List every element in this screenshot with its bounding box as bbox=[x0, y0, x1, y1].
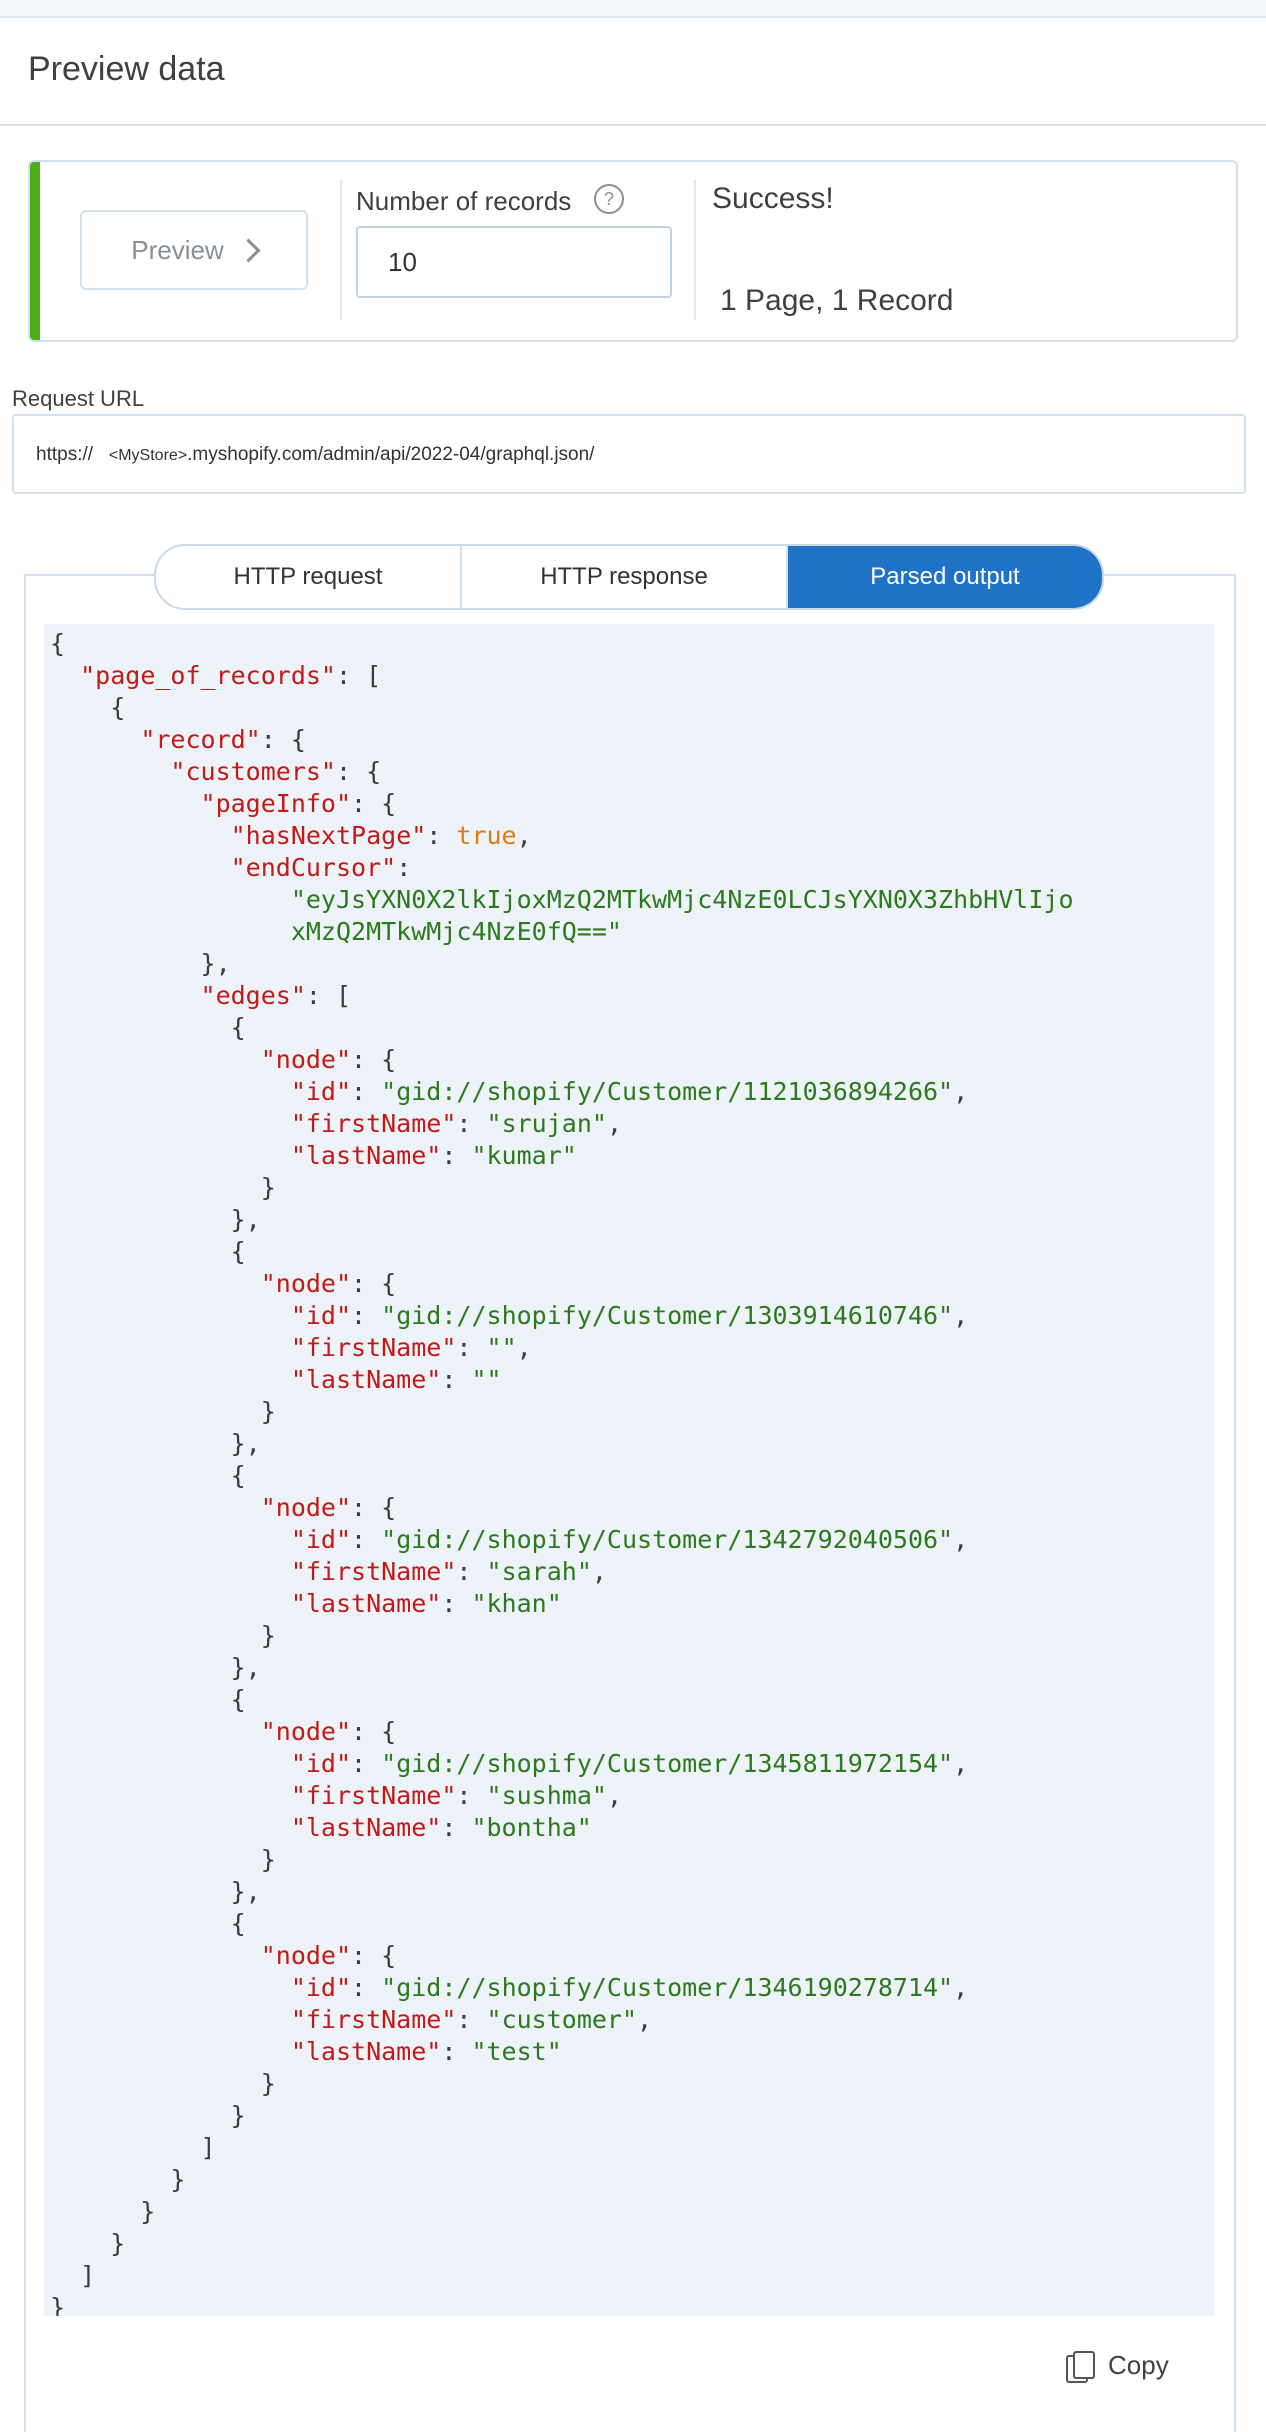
preview-panel: Preview Number of records ? Success! 1 P… bbox=[28, 160, 1238, 342]
records-summary: 1 Page, 1 Record bbox=[720, 284, 954, 317]
request-url-label: Request URL bbox=[12, 386, 145, 411]
page-title: Preview data bbox=[28, 50, 225, 88]
tab-http-request[interactable]: HTTP request bbox=[156, 546, 462, 608]
status-text: Success! bbox=[712, 182, 834, 215]
top-bar bbox=[0, 0, 1266, 18]
preview-button[interactable]: Preview bbox=[80, 210, 308, 290]
chevron-right-icon bbox=[236, 237, 261, 263]
json-output[interactable]: { "page_of_records": [ { "record": { "cu… bbox=[44, 624, 1214, 2316]
url-store: <MyStore> bbox=[108, 447, 188, 464]
help-icon[interactable]: ? bbox=[594, 184, 624, 214]
records-input[interactable] bbox=[356, 226, 672, 298]
request-url-text: https:// <MyStore>.myshopify.com/admin/a… bbox=[36, 444, 594, 466]
tab-http-response[interactable]: HTTP response bbox=[462, 546, 788, 608]
url-prefix: https:// bbox=[36, 444, 94, 465]
request-url-field[interactable]: https:// <MyStore>.myshopify.com/admin/a… bbox=[12, 414, 1246, 494]
copy-label: Copy bbox=[1108, 2350, 1169, 2380]
copy-icon bbox=[1066, 2350, 1095, 2383]
divider bbox=[340, 180, 342, 320]
divider bbox=[694, 180, 696, 320]
tab-parsed-output[interactable]: Parsed output bbox=[788, 546, 1102, 608]
preview-button-label: Preview bbox=[131, 234, 224, 265]
records-label: Number of records bbox=[356, 186, 572, 216]
output-tabs: HTTP request HTTP response Parsed output bbox=[154, 544, 1104, 610]
status-indicator-bar bbox=[30, 162, 40, 340]
page-header: Preview data bbox=[0, 18, 1266, 126]
url-suffix: .myshopify.com/admin/api/2022-04/graphql… bbox=[187, 444, 595, 465]
copy-button[interactable]: Copy bbox=[1066, 2350, 1169, 2383]
json-code: { "page_of_records": [ { "record": { "cu… bbox=[50, 629, 1074, 2316]
